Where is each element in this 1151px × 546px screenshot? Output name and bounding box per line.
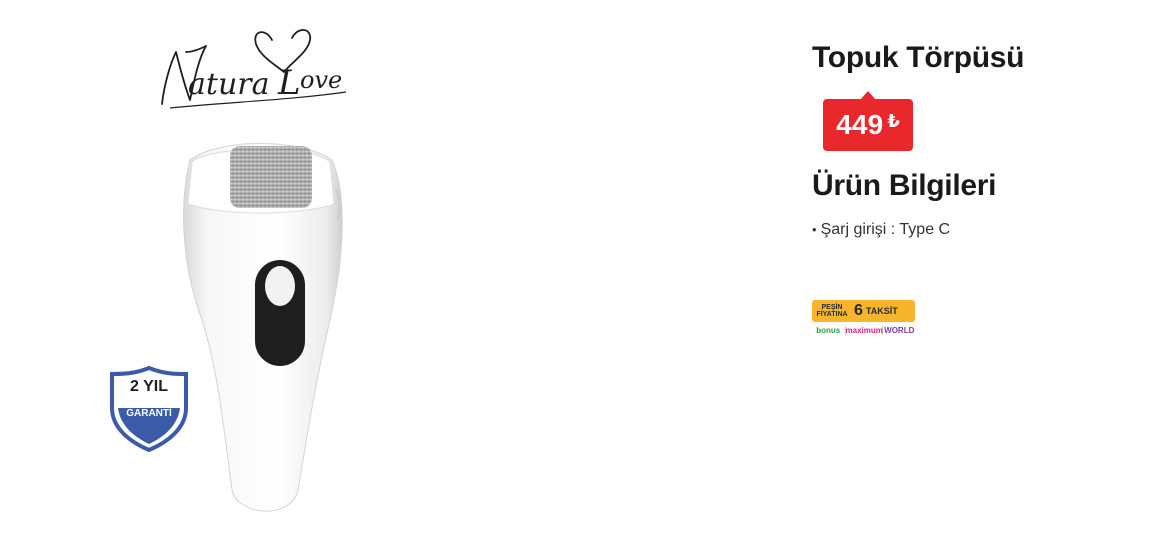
svg-text:atura: atura	[188, 67, 270, 102]
brand-logo: atura L ove	[161, 29, 347, 109]
card-logo-world: WORLD	[884, 325, 915, 335]
warranty-badge-text: 2 YIL GARANTİ	[104, 378, 194, 420]
product-title: Topuk Törpüsü	[812, 41, 1025, 74]
installment-small-text: PEŞİN FİYATINA	[812, 304, 852, 318]
installment-count: 6	[854, 302, 863, 319]
price-amount: 449	[836, 109, 884, 140]
installment-cards: bonus maximum WORLD	[812, 324, 916, 336]
product-info: Topuk Törpüsü 449 ₺ Ürün Bilgileri • Şar…	[812, 38, 1142, 241]
installment-cash-label: PEŞİN	[821, 304, 843, 311]
product-media: atura L ove 2 YIL GARANTİ	[0, 0, 480, 546]
card-logo-maximum: maximum	[844, 325, 883, 335]
svg-text:ove: ove	[300, 66, 342, 94]
installment-word: TAKSİT	[865, 306, 898, 316]
card-logo-bonus: bonus	[816, 325, 841, 335]
installment-banner: PEŞİN FİYATINA 6 TAKSİT bonus maximum WO…	[812, 300, 916, 338]
warranty-label: GARANTİ	[126, 408, 172, 419]
installment-label: PEŞİN FİYATINA 6 TAKSİT	[812, 300, 915, 322]
foot-file-device-image	[183, 143, 343, 512]
warranty-years: 2 YIL	[130, 378, 168, 395]
product-info-list: • Şarj girişi : Type C	[812, 219, 1142, 241]
price-tag: 449 ₺	[823, 99, 913, 151]
currency-symbol: ₺	[887, 110, 900, 132]
product-info-title: Ürün Bilgileri	[812, 169, 997, 202]
list-item: • Şarj girişi : Type C	[812, 219, 1142, 241]
price-badge: 449 ₺	[823, 91, 913, 151]
list-item-text: Şarj girişi : Type C	[820, 221, 951, 238]
bullet-icon: •	[812, 222, 817, 237]
installment-price-label: FİYATINA	[816, 311, 848, 318]
